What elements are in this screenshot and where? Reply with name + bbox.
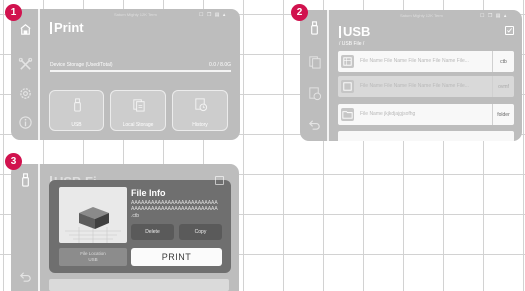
file-info-dialog: File Location USB File Info AAAAAAAAAAAA… bbox=[49, 180, 231, 273]
checkbox-icon[interactable] bbox=[505, 26, 514, 35]
documents-icon[interactable] bbox=[307, 54, 322, 69]
dialog-title: File Info bbox=[131, 188, 166, 198]
side-rail bbox=[11, 164, 40, 291]
file-row[interactable]: File Name File Name File Name File Name … bbox=[338, 51, 514, 72]
usb-drive-icon[interactable] bbox=[18, 172, 33, 187]
file-name: File Name File Name File Name File Name … bbox=[360, 83, 469, 89]
back-icon[interactable] bbox=[18, 269, 33, 284]
usb-drive-icon bbox=[74, 98, 81, 112]
storage-value: 0.0 / 8.0G bbox=[209, 62, 231, 68]
file-type: folder bbox=[492, 104, 514, 125]
file-location: File Location USB bbox=[59, 248, 127, 266]
file-type: ctb bbox=[492, 51, 514, 72]
file-name: AAAAAAAAAAAAAAAAAAAAAAAAAAAAAAAAAAAAAAAA… bbox=[131, 200, 218, 212]
usb-drive-icon[interactable] bbox=[307, 20, 322, 35]
print-screen: Saturn Mighty 12K Term ☐ ❐ ▤ ▴ Print Dev… bbox=[11, 9, 240, 140]
file-name: File Name File Name File Name File Name … bbox=[360, 58, 469, 64]
info-icon[interactable] bbox=[18, 115, 33, 130]
folder-row[interactable]: File Name jkjkdjajgjsofhg folder bbox=[338, 104, 514, 125]
history-card-label: History bbox=[192, 122, 208, 128]
copy-button[interactable]: Copy bbox=[179, 224, 222, 240]
documents-icon bbox=[133, 99, 145, 112]
page-title: Print bbox=[50, 21, 84, 34]
device-name: Saturn Mighty 12K Term bbox=[114, 12, 157, 17]
status-icons: ☐ ❐ ▤ ▴ bbox=[480, 13, 508, 19]
storage-progress-bar bbox=[50, 70, 231, 72]
model-file-icon bbox=[341, 55, 354, 68]
usb-screen: Saturn Mighty 12K Term ☐ ❐ ▤ ▴ USB / USB… bbox=[300, 10, 522, 141]
back-icon[interactable] bbox=[307, 117, 322, 132]
side-rail bbox=[11, 9, 40, 140]
folder-icon bbox=[341, 108, 354, 121]
delete-button[interactable]: Delete bbox=[131, 224, 174, 240]
local-storage-card[interactable]: Local Storage bbox=[110, 90, 166, 131]
history-card[interactable]: History bbox=[172, 90, 228, 131]
checkbox-icon bbox=[215, 176, 224, 185]
tools-icon[interactable] bbox=[18, 57, 33, 72]
file-extension: .ctb bbox=[131, 213, 140, 219]
step-badge-2: 2 bbox=[291, 4, 308, 21]
model-file-icon bbox=[341, 80, 354, 93]
status-icons: ☐ ❐ ▤ ▴ bbox=[199, 12, 227, 18]
file-info-screen: USB Fi... File Location USB File Info AA… bbox=[11, 164, 239, 291]
history-icon bbox=[195, 98, 208, 112]
print-home-icon[interactable] bbox=[18, 22, 33, 37]
side-rail bbox=[300, 10, 329, 141]
model-preview-icon bbox=[65, 207, 121, 243]
file-row[interactable]: File Name File Name File Name File Name … bbox=[338, 76, 514, 97]
usb-card-label: USB bbox=[71, 122, 82, 128]
breadcrumb: / USB File / bbox=[339, 41, 365, 47]
step-badge-3: 3 bbox=[5, 153, 22, 170]
print-button[interactable]: PRINT bbox=[131, 248, 222, 266]
list-row-behind bbox=[49, 279, 229, 291]
file-location-value: USB bbox=[88, 257, 98, 262]
storage-label: Device Storage (Used/Total) bbox=[50, 62, 113, 68]
model-preview bbox=[59, 187, 127, 243]
local-storage-card-label: Local Storage bbox=[122, 122, 154, 128]
history-icon[interactable] bbox=[307, 86, 322, 101]
page-title: USB bbox=[339, 25, 370, 38]
file-row[interactable] bbox=[338, 131, 514, 141]
device-name: Saturn Mighty 12K Term bbox=[400, 13, 443, 18]
folder-name: File Name jkjkdjajgjsofhg bbox=[360, 111, 416, 117]
settings-icon[interactable] bbox=[18, 86, 33, 101]
step-badge-1: 1 bbox=[5, 4, 22, 21]
file-type: ovmf bbox=[492, 76, 514, 97]
usb-card[interactable]: USB bbox=[49, 90, 104, 131]
